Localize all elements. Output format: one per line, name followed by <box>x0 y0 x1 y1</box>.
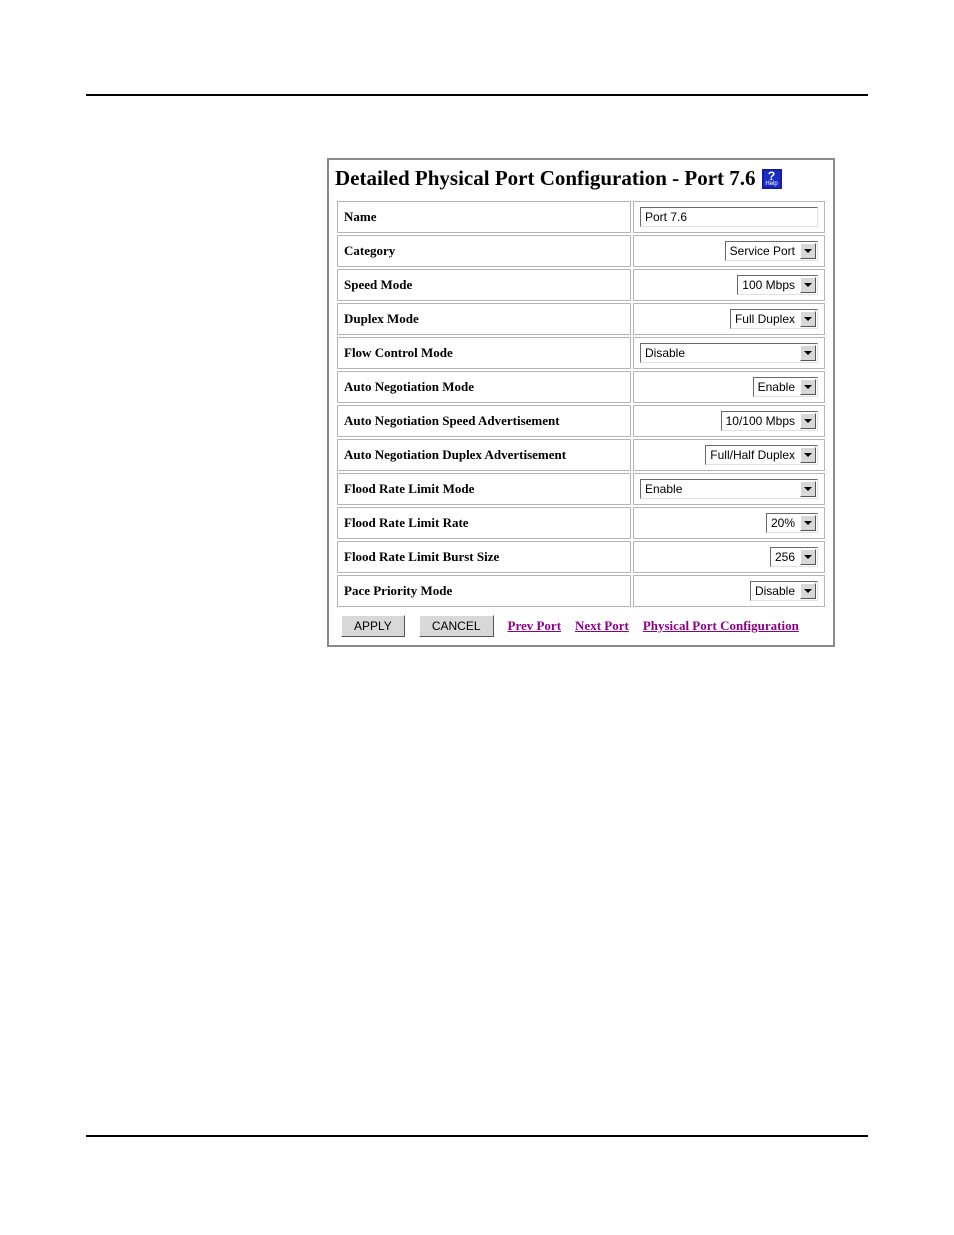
select-value: Enable <box>645 482 799 496</box>
select-value: Full Duplex <box>735 312 799 326</box>
table-row: Auto Negotiation Mode Enable <box>337 371 825 403</box>
field-value-cell: 256 <box>633 541 825 573</box>
table-row: Duplex Mode Full Duplex <box>337 303 825 335</box>
field-value-cell: 20% <box>633 507 825 539</box>
field-label: Auto Negotiation Duplex Advertisement <box>337 439 631 471</box>
field-label: Name <box>337 201 631 233</box>
select-field[interactable]: Enable <box>753 377 818 397</box>
chevron-down-icon <box>800 243 816 259</box>
table-row: Auto Negotiation Speed Advertisement 10/1… <box>337 405 825 437</box>
select-field[interactable]: 10/100 Mbps <box>721 411 818 431</box>
field-label: Auto Negotiation Mode <box>337 371 631 403</box>
chevron-down-icon <box>800 413 816 429</box>
select-value: Disable <box>645 346 799 360</box>
field-value-cell: Service Port <box>633 235 825 267</box>
field-value-cell <box>633 201 825 233</box>
help-question-mark: ? <box>768 171 775 181</box>
chevron-down-icon <box>800 549 816 565</box>
field-label: Flood Rate Limit Rate <box>337 507 631 539</box>
bottom-rule <box>86 1135 868 1137</box>
table-row: Flood Rate Limit Mode Enable <box>337 473 825 505</box>
select-field[interactable]: 20% <box>766 513 818 533</box>
panel-title: Detailed Physical Port Configuration - P… <box>335 166 756 191</box>
field-label: Flood Rate Limit Burst Size <box>337 541 631 573</box>
field-value-cell: 10/100 Mbps <box>633 405 825 437</box>
select-value: Disable <box>755 584 799 598</box>
field-label: Flood Rate Limit Mode <box>337 473 631 505</box>
chevron-down-icon <box>800 481 816 497</box>
field-value-cell: Disable <box>633 575 825 607</box>
prev-port-link[interactable]: Prev Port <box>508 618 562 634</box>
select-value: Service Port <box>730 244 799 258</box>
config-tbody: NameCategory Service Port Speed Mode 100 Mb… <box>337 201 825 607</box>
select-field[interactable]: 256 <box>770 547 818 567</box>
chevron-down-icon <box>800 311 816 327</box>
table-row: Name <box>337 201 825 233</box>
select-field[interactable]: Service Port <box>725 241 818 261</box>
physical-port-config-link[interactable]: Physical Port Configuration <box>643 618 799 634</box>
select-value: 256 <box>775 550 799 564</box>
chevron-down-icon <box>800 345 816 361</box>
chevron-down-icon <box>800 515 816 531</box>
table-row: Pace Priority Mode Disable <box>337 575 825 607</box>
select-field[interactable]: Enable <box>640 479 818 499</box>
footer-row: APPLY CANCEL Prev Port Next Port Physica… <box>335 615 827 637</box>
field-label: Duplex Mode <box>337 303 631 335</box>
table-row: Flow Control Mode Disable <box>337 337 825 369</box>
chevron-down-icon <box>800 379 816 395</box>
field-label: Auto Negotiation Speed Advertisement <box>337 405 631 437</box>
apply-button[interactable]: APPLY <box>341 615 405 637</box>
config-panel: Detailed Physical Port Configuration - P… <box>327 158 835 647</box>
field-value-cell: Full/Half Duplex <box>633 439 825 471</box>
table-row: Flood Rate Limit Burst Size 256 <box>337 541 825 573</box>
field-value-cell: Enable <box>633 371 825 403</box>
select-value: 100 Mbps <box>742 278 799 292</box>
table-row: Flood Rate Limit Rate 20% <box>337 507 825 539</box>
table-row: Speed Mode 100 Mbps <box>337 269 825 301</box>
field-label: Speed Mode <box>337 269 631 301</box>
select-field[interactable]: 100 Mbps <box>737 275 818 295</box>
help-icon[interactable]: ? Help <box>762 169 782 189</box>
select-field[interactable]: Disable <box>640 343 818 363</box>
chevron-down-icon <box>800 447 816 463</box>
help-label: Help <box>765 181 777 187</box>
select-value: 10/100 Mbps <box>726 414 799 428</box>
field-label: Flow Control Mode <box>337 337 631 369</box>
select-field[interactable]: Disable <box>750 581 818 601</box>
table-row: Category Service Port <box>337 235 825 267</box>
field-value-cell: Full Duplex <box>633 303 825 335</box>
chevron-down-icon <box>800 277 816 293</box>
select-field[interactable]: Full/Half Duplex <box>705 445 818 465</box>
field-label: Category <box>337 235 631 267</box>
field-label: Pace Priority Mode <box>337 575 631 607</box>
select-field[interactable]: Full Duplex <box>730 309 818 329</box>
field-value-cell: Disable <box>633 337 825 369</box>
name-input[interactable] <box>640 207 818 227</box>
select-value: Enable <box>758 380 799 394</box>
cancel-button[interactable]: CANCEL <box>419 615 494 637</box>
chevron-down-icon <box>800 583 816 599</box>
table-row: Auto Negotiation Duplex Advertisement Ful… <box>337 439 825 471</box>
panel-title-row: Detailed Physical Port Configuration - P… <box>335 164 827 199</box>
select-value: Full/Half Duplex <box>710 448 799 462</box>
field-value-cell: Enable <box>633 473 825 505</box>
next-port-link[interactable]: Next Port <box>575 618 629 634</box>
config-table: NameCategory Service Port Speed Mode 100 Mb… <box>335 199 827 609</box>
page: Detailed Physical Port Configuration - P… <box>0 0 954 1235</box>
top-rule <box>86 94 868 96</box>
field-value-cell: 100 Mbps <box>633 269 825 301</box>
select-value: 20% <box>771 516 799 530</box>
